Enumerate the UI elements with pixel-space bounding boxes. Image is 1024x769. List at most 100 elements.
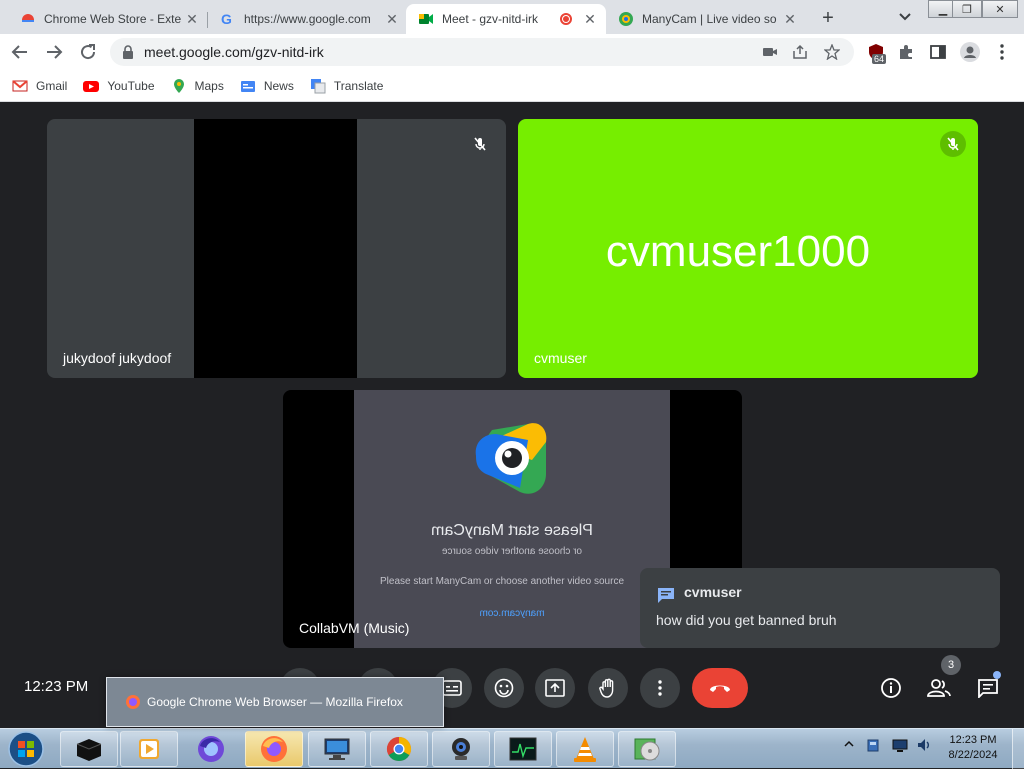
show-desktop-button[interactable] (1012, 729, 1024, 769)
meet-call-area: jukydoof jukydoof cvmuser1000 cvmuser Pl… (0, 103, 1024, 728)
google-meet-icon (419, 14, 433, 24)
tab-google[interactable]: G https://www.google.com ✕ (208, 4, 408, 34)
side-panel-button[interactable] (928, 42, 948, 62)
tray-volume-icon[interactable] (916, 737, 932, 753)
close-tab-icon[interactable]: ✕ (582, 11, 598, 27)
forward-button[interactable] (42, 40, 66, 64)
participant-tile-cvmuser[interactable]: cvmuser1000 cvmuser (518, 119, 978, 378)
chat-sender: cvmuser (684, 584, 742, 600)
kebab-menu-icon (658, 680, 662, 696)
url-text: meet.google.com/gzv-nitd-irk (144, 44, 324, 60)
hang-up-icon (710, 685, 730, 692)
browser-toolbar: meet.google.com/gzv-nitd-irk 64 (0, 34, 1024, 70)
bookmark-youtube[interactable]: YouTube (83, 78, 155, 94)
arrow-right-icon (47, 45, 63, 59)
close-window-button[interactable]: ✕ (982, 0, 1018, 18)
extension-ublock-button[interactable]: 64 (866, 42, 887, 64)
vlc-cone-icon (574, 737, 596, 762)
mirrored-title: Please start ManyCam (431, 522, 593, 539)
taskbar-app-chrome[interactable] (370, 731, 428, 767)
taskbar-app-vlc[interactable] (556, 731, 614, 767)
windows-start-button[interactable] (6, 730, 46, 768)
lock-icon (123, 45, 133, 59)
chat-icon (978, 679, 998, 698)
taskbar-app-firefox[interactable] (245, 731, 303, 767)
reload-button[interactable] (76, 40, 100, 64)
hand-icon (599, 678, 614, 698)
extension-badge: 64 (872, 54, 887, 64)
tray-network-device-icon[interactable] (866, 737, 882, 753)
taskbar-app-terminal[interactable] (60, 731, 118, 767)
kebab-menu-icon (1000, 44, 1004, 60)
bookmark-gmail[interactable]: Gmail (12, 78, 67, 94)
back-button[interactable] (8, 40, 32, 64)
taskbar-app-resource-monitor[interactable] (494, 731, 552, 767)
bookmark-maps[interactable]: Maps (171, 78, 224, 94)
tab-title: Chrome Web Store - Exte (44, 12, 182, 26)
meeting-time: 12:23 PM (24, 678, 89, 695)
bookmark-news[interactable]: News (240, 78, 294, 94)
chat-message: how did you get banned bruh (656, 612, 837, 628)
tab-chrome-web-store[interactable]: Chrome Web Store - Exte ✕ (8, 4, 208, 34)
windows-taskbar: 12:23 PM 8/22/2024 (0, 728, 1024, 769)
close-tab-icon[interactable]: ✕ (384, 11, 400, 27)
video-placeholder-text: cvmuser1000 (605, 227, 871, 276)
close-tab-icon[interactable]: ✕ (184, 11, 200, 27)
maximize-button[interactable]: ❐ (952, 0, 982, 18)
address-bar[interactable]: meet.google.com/gzv-nitd-irk (110, 38, 854, 66)
star-icon[interactable] (824, 44, 840, 60)
taskbar-app-firefox-dev[interactable] (182, 731, 240, 767)
participant-name: CollabVM (Music) (299, 620, 410, 636)
participant-tile-jukydoof[interactable]: jukydoof jukydoof (47, 119, 506, 378)
bookmark-label: Gmail (36, 78, 68, 93)
close-tab-icon[interactable]: ✕ (782, 11, 798, 27)
camera-icon[interactable] (762, 44, 778, 60)
more-options-button[interactable] (640, 668, 680, 708)
raise-hand-button[interactable] (588, 668, 628, 708)
firefox-icon (198, 736, 224, 762)
bookmark-label: News (263, 78, 294, 93)
chevron-down-icon[interactable] (896, 8, 914, 26)
present-button[interactable] (535, 668, 575, 708)
reactions-button[interactable] (484, 668, 524, 708)
taskbar-clock[interactable]: 12:23 PM 8/22/2024 (940, 733, 1006, 763)
new-tab-button[interactable]: + (816, 6, 840, 30)
share-icon[interactable] (792, 44, 808, 60)
tab-title: ManyCam | Live video so (642, 12, 777, 26)
tab-strip: Chrome Web Store - Exte ✕ G https://www.… (0, 0, 1024, 34)
tray-overflow-chevron-icon[interactable] (844, 739, 854, 749)
taskbar-app-media-player[interactable] (120, 731, 178, 767)
emoji-icon (494, 678, 514, 698)
firefox-icon (126, 695, 140, 709)
tab-meet[interactable]: Meet - gzv-nitd-irk ✕ (406, 4, 606, 34)
end-call-button[interactable] (692, 668, 748, 708)
taskbar-app-remote-desktop[interactable] (308, 731, 366, 767)
taskbar-app-manycam[interactable] (432, 731, 490, 767)
tab-title: Meet - gzv-nitd-irk (442, 12, 539, 26)
mic-off-icon (467, 131, 493, 157)
taskbar-app-disc-burner[interactable] (618, 731, 676, 767)
chat-notification[interactable]: cvmuser how did you get banned bruh (640, 568, 1000, 648)
meeting-details-button[interactable] (878, 675, 904, 701)
profile-button[interactable] (960, 42, 980, 62)
extensions-button[interactable] (896, 42, 916, 62)
reload-icon (81, 44, 96, 60)
people-icon (927, 679, 951, 697)
chrome-web-store-icon (22, 14, 34, 22)
tooltip-text: Google Chrome Web Browser — Mozilla Fire… (147, 695, 403, 709)
menu-button[interactable] (992, 42, 1012, 62)
clock-time: 12:23 PM (949, 734, 997, 746)
bookmark-translate[interactable]: Translate (310, 78, 383, 94)
present-screen-icon (545, 679, 565, 697)
mirrored-subtitle: or choose another video source (441, 546, 583, 557)
chat-button[interactable] (975, 671, 1001, 701)
tab-manycam[interactable]: ManyCam | Live video so ✕ (606, 4, 806, 34)
manycam-logo-icon (475, 423, 547, 494)
participants-button[interactable]: 3 (926, 655, 961, 701)
monitor-icon (324, 738, 350, 760)
participant-name: cvmuser (534, 350, 587, 366)
bookmarks-bar: Gmail YouTube Maps News Translate (0, 70, 1024, 102)
tray-display-icon[interactable] (892, 737, 908, 753)
taskbar-thumbnail-tooltip[interactable]: Google Chrome Web Browser — Mozilla Fire… (106, 677, 444, 727)
clock-date: 8/22/2024 (948, 749, 998, 761)
